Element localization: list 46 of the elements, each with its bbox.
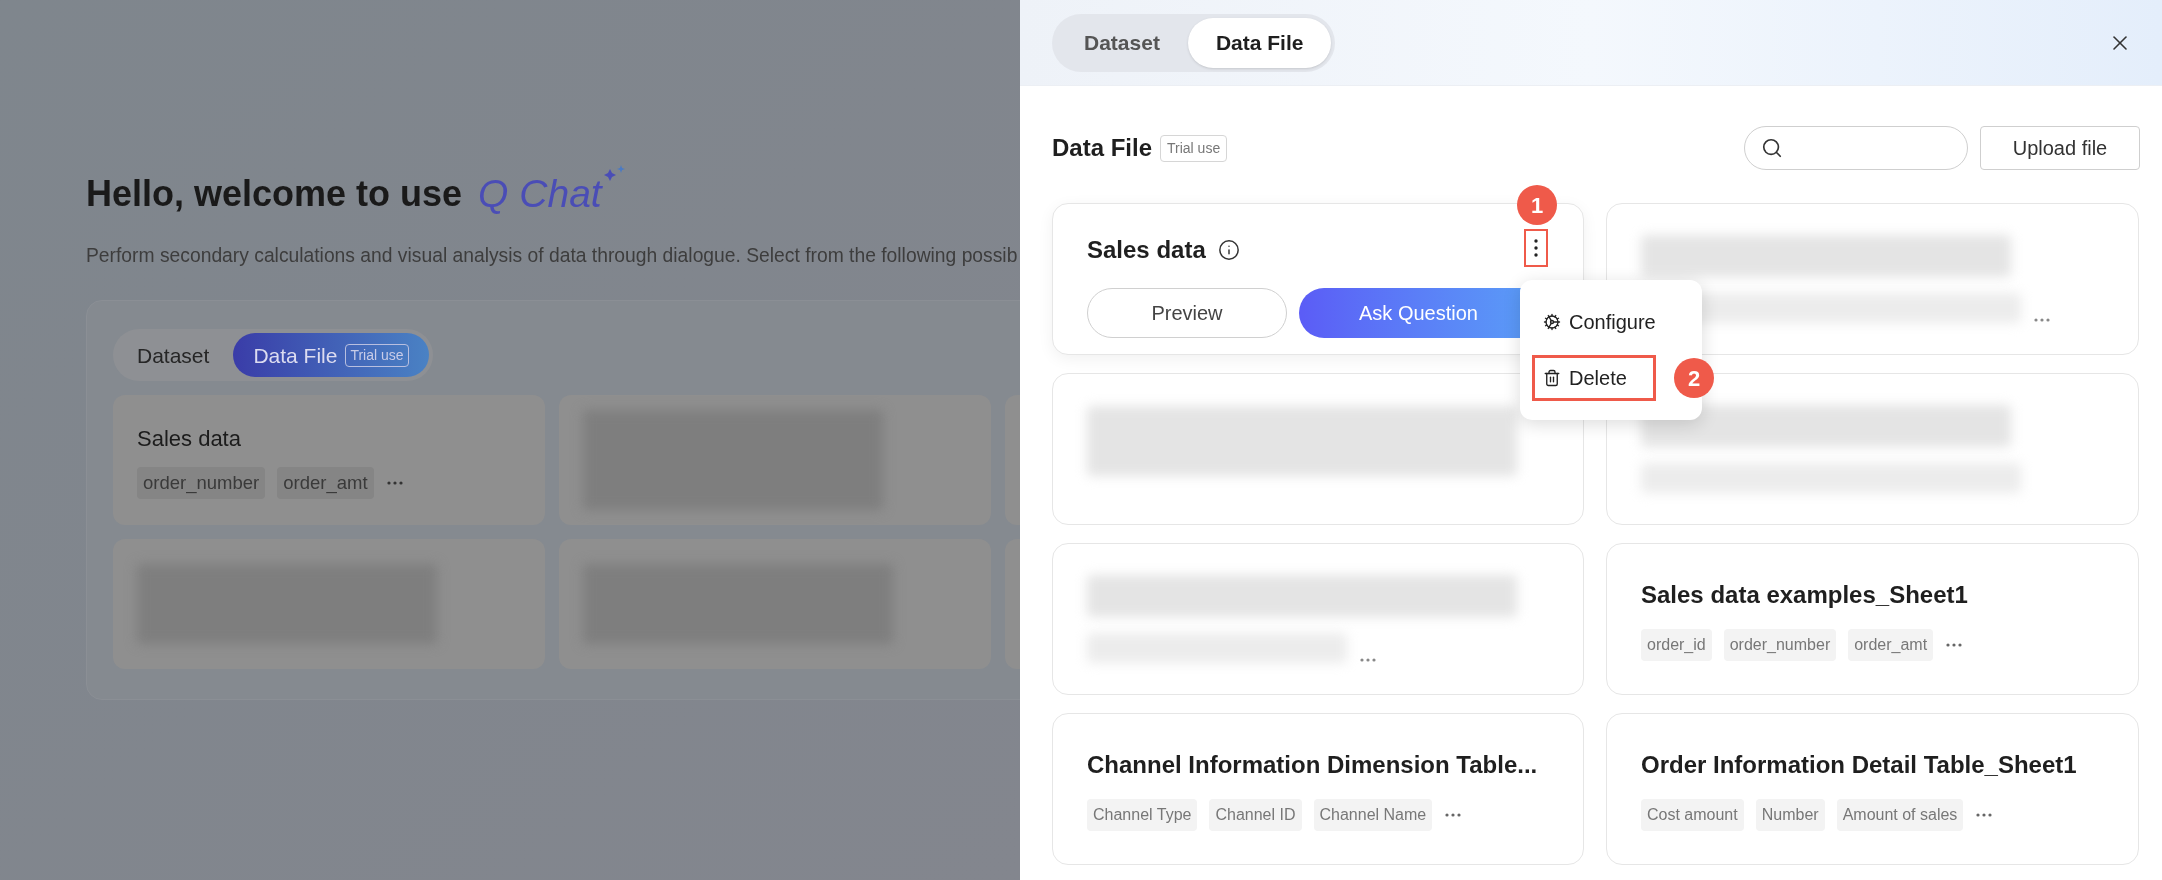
field-tag: Cost amount xyxy=(1641,799,1744,831)
more-icon[interactable] xyxy=(1945,642,1964,648)
card-title: Sales data xyxy=(137,425,242,454)
menu-item[interactable]: Delete xyxy=(1532,355,1656,401)
card-title: Order Information Detail Table_Sheet1 xyxy=(1641,750,2078,780)
more-icon[interactable] xyxy=(2033,317,2051,323)
gear-icon xyxy=(1543,313,1561,331)
field-tag: Amount of sales xyxy=(1836,799,1964,831)
field-tag: Channel Name xyxy=(1313,799,1433,831)
subtitle: Perform secondary calculations and visual analysis of data through dialogue. Select from the following possib xyxy=(86,243,1019,268)
more-icon[interactable] xyxy=(385,479,404,486)
dataset-card[interactable]: Channel Information Dimension Table... Channel Type Channel ID Channel Name xyxy=(1052,713,1584,865)
tab[interactable]: Data File Trial use xyxy=(233,333,429,378)
field-tag: Channel Type xyxy=(1087,799,1198,831)
card-title: Sales data xyxy=(1087,235,1206,265)
trial-badge: Trial use xyxy=(1160,134,1228,162)
step-badge: 2 xyxy=(1674,358,1714,398)
field-tag: order_amt xyxy=(1848,629,1934,661)
more-icon[interactable] xyxy=(1444,812,1463,818)
field-tag: Channel ID xyxy=(1209,799,1302,831)
kebab-icon xyxy=(1534,239,1538,257)
step-badge: 1 xyxy=(1517,185,1557,225)
tab[interactable]: Data File xyxy=(1187,17,1332,68)
search-icon xyxy=(1761,137,1783,159)
trash-icon xyxy=(1543,369,1561,387)
dataset-card[interactable]: Order Information Detail Table_Sheet1 Cost amount Number Amount of sales xyxy=(1606,713,2139,865)
field-tag: Number xyxy=(1755,799,1825,831)
more-icon[interactable] xyxy=(1359,657,1377,663)
more-icon[interactable] xyxy=(1975,812,1994,818)
more-menu-button[interactable] xyxy=(1524,229,1548,267)
info-icon[interactable] xyxy=(1217,239,1240,261)
tab[interactable]: Dataset xyxy=(117,333,230,378)
card-title: Sales data examples_Sheet1 xyxy=(1641,580,1969,610)
greeting-title: Hello, welcome to use xyxy=(86,172,463,217)
field-tag: order_id xyxy=(1641,629,1712,661)
section-heading: Data File xyxy=(1052,133,1153,163)
field-tag: order_number xyxy=(137,467,266,499)
dataset-card[interactable]: Sales data examples_Sheet1 order_id order_number order_amt xyxy=(1606,543,2139,695)
preview-button[interactable]: Preview xyxy=(1087,288,1287,338)
field-tag: order_amt xyxy=(277,467,374,499)
upload-file-button[interactable]: Upload file xyxy=(1980,126,2140,170)
field-tag: order_number xyxy=(1723,629,1837,661)
card-title: Channel Information Dimension Table... xyxy=(1087,750,1539,780)
brand-logo: Q Chat xyxy=(478,165,626,224)
dataset-card[interactable]: Sales data order_number order_amt xyxy=(113,395,545,526)
tab[interactable]: Dataset xyxy=(1056,17,1188,68)
